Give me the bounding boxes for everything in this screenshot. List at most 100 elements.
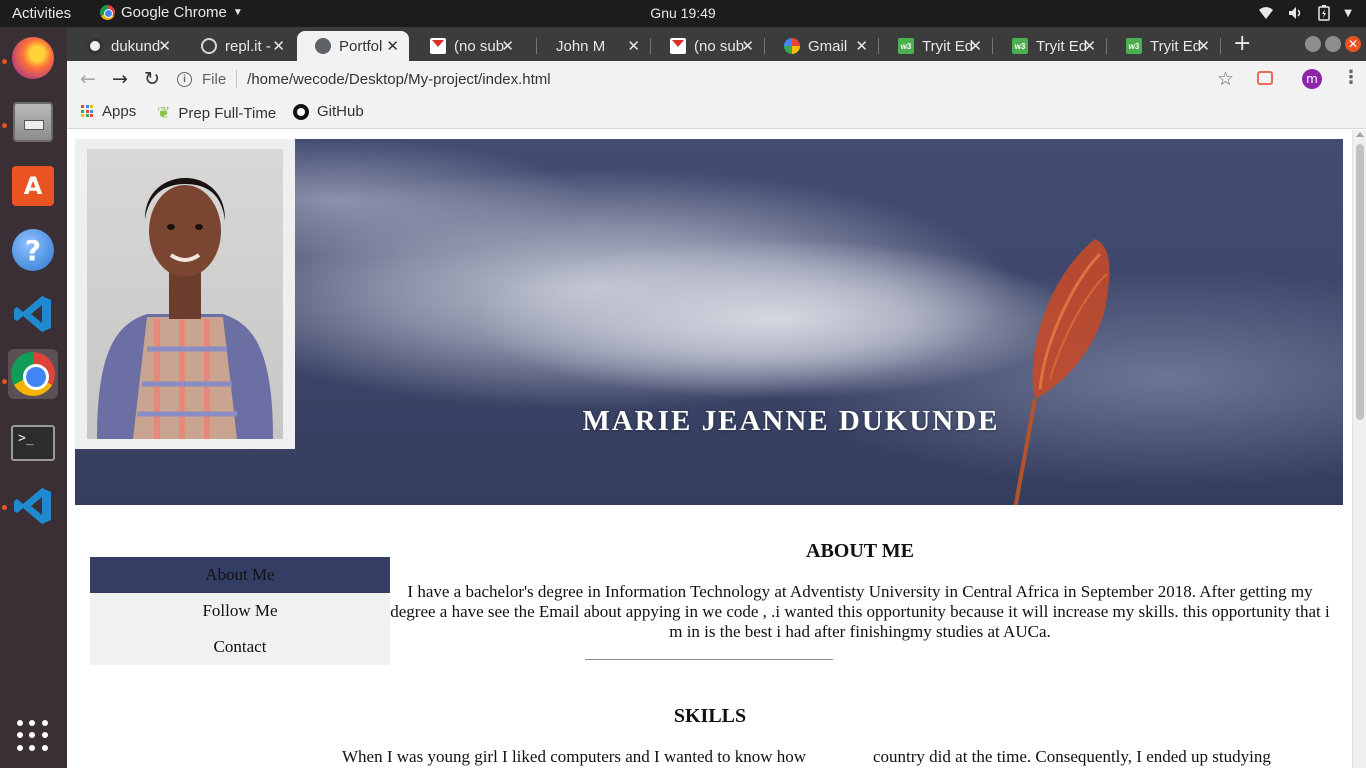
hero-banner: MARIE JEANNE DUKUNDE: [75, 139, 1343, 505]
nav-about-me[interactable]: About Me: [90, 557, 390, 593]
dock-help[interactable]: ?: [8, 225, 58, 275]
reload-button[interactable]: ↻: [144, 68, 160, 90]
w3schools-icon: w3: [1126, 38, 1142, 54]
app-menu[interactable]: Google Chrome ▼: [100, 4, 243, 21]
sprout-icon: ❦: [157, 105, 171, 122]
close-window-button[interactable]: ✕: [1345, 36, 1361, 52]
scrollbar-thumb[interactable]: [1356, 144, 1364, 420]
browser-toolbar: ← → ↻ i File /home/wecode/Desktop/My-pro…: [67, 61, 1366, 97]
tab-4[interactable]: John M ✕: [538, 31, 650, 61]
wifi-icon: [1259, 7, 1274, 19]
address-bar[interactable]: i File /home/wecode/Desktop/My-project/i…: [177, 65, 1237, 93]
back-button[interactable]: ←: [80, 68, 96, 90]
bookmark-prep-full-time[interactable]: ❦ Prep Full-Time: [157, 103, 276, 123]
dock-chrome[interactable]: [8, 349, 58, 399]
tab-2-active[interactable]: Portfol ✕: [297, 31, 409, 61]
apps-grid-icon: [81, 105, 94, 118]
battery-icon: [1318, 5, 1331, 21]
bookmark-github[interactable]: GitHub: [293, 103, 364, 120]
dock-software[interactable]: A: [8, 161, 58, 211]
close-icon[interactable]: ✕: [501, 37, 514, 55]
tab-7[interactable]: w3 Tryit Ed ✕: [880, 31, 992, 61]
bookmark-label: Apps: [102, 103, 137, 120]
tab-0[interactable]: dukund ✕: [69, 31, 181, 61]
page-scrollbar[interactable]: [1352, 130, 1366, 768]
profile-avatar[interactable]: m: [1302, 69, 1322, 89]
new-tab-button[interactable]: +: [1233, 31, 1251, 56]
tab-title: John M: [556, 37, 606, 55]
system-menu[interactable]: ▼: [1258, 5, 1352, 21]
terminal-icon: >_: [11, 425, 55, 461]
extension-icon[interactable]: [1257, 71, 1273, 85]
files-icon: [13, 102, 53, 142]
close-icon[interactable]: ✕: [1197, 37, 1210, 55]
running-indicator: [2, 59, 7, 64]
skills-heading: SKILLS: [673, 705, 747, 727]
bookmark-label: GitHub: [317, 103, 364, 120]
close-icon[interactable]: ✕: [386, 37, 399, 55]
minimize-button[interactable]: [1305, 36, 1321, 52]
about-heading: ABOUT ME: [806, 540, 914, 562]
tab-separator: [650, 38, 651, 54]
close-icon[interactable]: ✕: [1083, 37, 1096, 55]
show-applications-icon[interactable]: [17, 720, 49, 752]
clock[interactable]: Gnu 19:49: [650, 5, 715, 21]
browser-menu-icon[interactable]: ⋮: [1342, 67, 1360, 88]
app-menu-label: Google Chrome: [121, 4, 227, 21]
about-paragraph: I have a bachelor's degree in Informatio…: [390, 582, 1330, 641]
close-icon[interactable]: ✕: [969, 37, 982, 55]
tab-separator: [536, 38, 537, 54]
info-icon[interactable]: i: [177, 71, 192, 87]
dock-vscode-2[interactable]: [8, 481, 58, 531]
close-icon[interactable]: ✕: [855, 37, 868, 55]
volume-icon: [1289, 7, 1301, 19]
dock-vscode[interactable]: [8, 289, 58, 339]
profile-photo-frame: [75, 139, 295, 449]
nav-contact[interactable]: Contact: [90, 629, 390, 665]
omnibox-separator: [236, 70, 238, 88]
forward-button[interactable]: →: [112, 68, 128, 90]
maximize-button[interactable]: [1325, 36, 1341, 52]
close-icon[interactable]: ✕: [158, 37, 171, 55]
gmail-icon: [430, 38, 446, 54]
chrome-icon: [11, 352, 55, 396]
dock-firefox[interactable]: [8, 33, 58, 83]
gmail-icon: [670, 38, 686, 54]
dock-terminal[interactable]: >_: [8, 418, 58, 468]
running-indicator: [2, 379, 7, 384]
chrome-window: dukund ✕ repl.it - ✕ Portfol ✕ (no sub ✕…: [67, 27, 1366, 768]
close-icon[interactable]: ✕: [272, 37, 285, 55]
tab-strip: dukund ✕ repl.it - ✕ Portfol ✕ (no sub ✕…: [67, 27, 1366, 61]
tab-8[interactable]: w3 Tryit Ed ✕: [994, 31, 1106, 61]
profile-photo: [87, 149, 283, 439]
dock: A ? >_: [0, 27, 67, 768]
url-text[interactable]: /home/wecode/Desktop/My-project/index.ht…: [247, 71, 550, 88]
tab-9[interactable]: w3 Tryit Ed ✕: [1108, 31, 1220, 61]
tab-title: dukund: [111, 37, 161, 55]
section-divider: [585, 659, 833, 660]
tab-3[interactable]: (no sub ✕: [412, 31, 524, 61]
tab-1[interactable]: repl.it - ✕: [183, 31, 295, 61]
running-indicator: [2, 123, 7, 128]
close-icon[interactable]: ✕: [741, 37, 754, 55]
tab-6[interactable]: Gmail ✕: [766, 31, 878, 61]
nav-follow-me[interactable]: Follow Me: [90, 593, 390, 629]
google-icon: [784, 38, 800, 54]
bookmark-star-icon[interactable]: ☆: [1217, 68, 1234, 90]
bookmarks-bar: Apps ❦ Prep Full-Time GitHub: [67, 97, 1366, 129]
activities-button[interactable]: Activities: [12, 5, 71, 22]
repl-icon: [201, 38, 217, 54]
bookmark-apps[interactable]: Apps: [81, 103, 136, 120]
tab-title: Tryit Ed: [1150, 37, 1202, 55]
close-icon[interactable]: ✕: [627, 37, 640, 55]
tab-separator: [878, 38, 879, 54]
dock-files[interactable]: [8, 97, 58, 147]
tab-title: repl.it -: [225, 37, 271, 55]
tab-title: Gmail: [808, 37, 848, 55]
scroll-up-icon[interactable]: [1356, 132, 1364, 137]
vscode-icon: [14, 296, 51, 332]
github-icon: [293, 103, 309, 120]
tab-5[interactable]: (no sub ✕: [652, 31, 764, 61]
vscode-icon: [14, 488, 51, 524]
github-icon: [87, 38, 103, 54]
